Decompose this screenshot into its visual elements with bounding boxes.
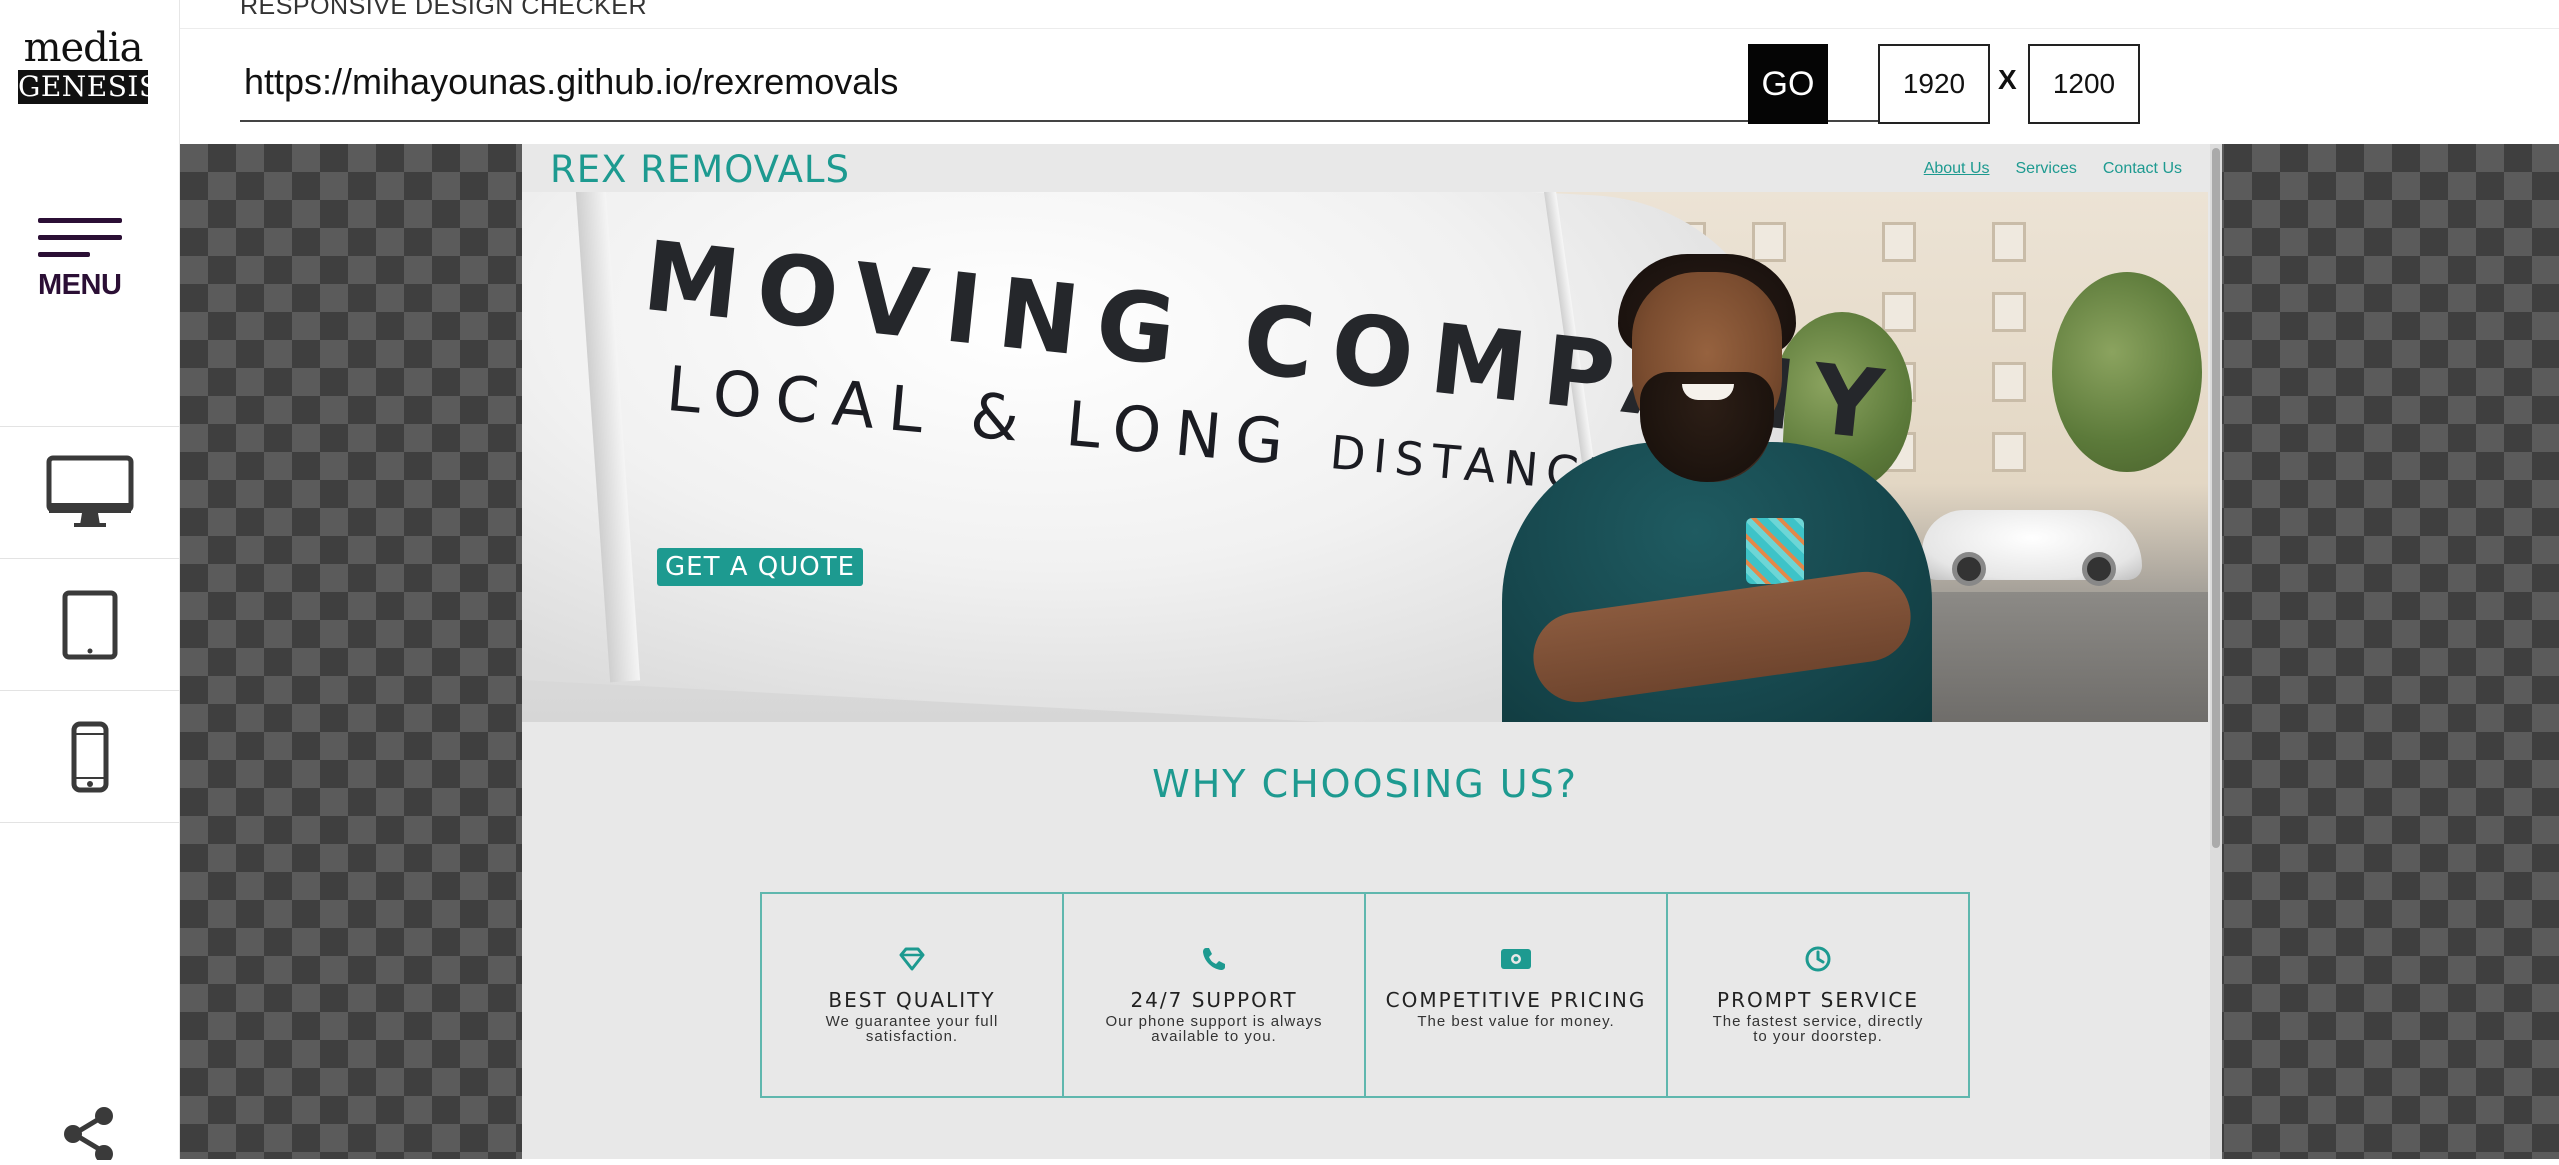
building-window (1752, 222, 1786, 262)
toolbar-divider (180, 28, 2559, 29)
tablet-icon (62, 590, 118, 659)
share-icon (64, 1107, 113, 1163)
building-window (1992, 222, 2026, 262)
height-input[interactable] (2028, 44, 2140, 124)
url-input[interactable] (240, 44, 1928, 122)
logo-genesis-text: GENESIS (18, 70, 159, 104)
hamburger-bar (38, 252, 90, 257)
go-button[interactable]: GO (1748, 44, 1828, 124)
phone-icon (1203, 948, 1225, 970)
building-window (1992, 432, 2026, 472)
feature-description: We guarantee your full satisfaction. (825, 1013, 999, 1045)
media-genesis-logo[interactable]: media GENESIS (18, 25, 159, 104)
site-navbar: REX REMOVALS About Us Services Contact U… (522, 144, 2208, 192)
tree (2052, 272, 2202, 472)
menu-label: MENU (38, 269, 122, 301)
building-window (1992, 362, 2026, 402)
website-preview-frame[interactable]: REX REMOVALS About Us Services Contact U… (522, 144, 2222, 1159)
share-button[interactable] (60, 1104, 118, 1163)
why-section-title: WHY CHOOSING US? (1152, 762, 1578, 806)
feature-description: The fastest service, directly to your do… (1712, 1013, 1924, 1045)
phone-view-button[interactable] (0, 691, 180, 823)
hamburger-bar (38, 235, 122, 240)
top-toolbar: RESPONSIVE DESIGN CHECKER GO X (180, 0, 2559, 144)
feature-card: BEST QUALITY We guarantee your full sati… (762, 894, 1064, 1096)
feature-title: PROMPT SERVICE (1717, 988, 1919, 1012)
feature-title: COMPETITIVE PRICING (1385, 988, 1647, 1012)
feature-description: Our phone support is always available to… (1105, 1013, 1323, 1045)
hamburger-bar (38, 218, 122, 223)
preview-scrollbar[interactable] (2210, 144, 2222, 1159)
width-input[interactable] (1878, 44, 1990, 124)
site-brand[interactable]: REX REMOVALS (550, 148, 850, 191)
car-wheel (2082, 552, 2116, 586)
car-wheel (1952, 552, 1986, 586)
nav-link-services[interactable]: Services (2016, 160, 2077, 178)
preview-scrollbar-thumb[interactable] (2212, 148, 2220, 848)
feature-title: BEST QUALITY (828, 988, 996, 1012)
feature-card: 24/7 SUPPORT Our phone support is always… (1064, 894, 1366, 1096)
feature-card: COMPETITIVE PRICING The best value for m… (1366, 894, 1668, 1096)
features-grid: BEST QUALITY We guarantee your full sati… (760, 892, 1970, 1098)
menu-button[interactable]: MENU (38, 218, 122, 302)
nav-link-about[interactable]: About Us (1924, 160, 1990, 178)
desktop-icon (46, 455, 134, 527)
dimension-separator: X (1998, 64, 2017, 95)
feature-card: PROMPT SERVICE The fastest service, dire… (1668, 894, 1968, 1096)
site-nav-links: About Us Services Contact Us (1924, 160, 2182, 178)
shirt-pocket (1746, 518, 1804, 584)
tablet-view-button[interactable] (0, 559, 180, 691)
logo-media-text: media (23, 25, 144, 71)
get-a-quote-button[interactable]: GET A QUOTE (657, 548, 864, 586)
person-smile (1682, 384, 1734, 400)
building-window (1992, 292, 2026, 332)
building-window (1882, 222, 1916, 262)
feature-description: The best value for money. (1417, 1013, 1615, 1030)
device-list (0, 426, 180, 823)
diamond-icon (899, 947, 925, 971)
nav-link-contact[interactable]: Contact Us (2103, 160, 2182, 178)
feature-title: 24/7 SUPPORT (1130, 988, 1298, 1012)
app-sidebar: media GENESIS MENU (0, 0, 180, 1163)
building-window (1882, 292, 1916, 332)
clock-icon (1805, 946, 1831, 972)
desktop-view-button[interactable] (0, 427, 180, 559)
hero-image: MOVING COMPANY LOCAL & LONG DISTANCE GET… (522, 192, 2208, 722)
money-icon (1501, 949, 1531, 969)
phone-icon (71, 721, 109, 792)
app-title: RESPONSIVE DESIGN CHECKER (240, 0, 648, 20)
